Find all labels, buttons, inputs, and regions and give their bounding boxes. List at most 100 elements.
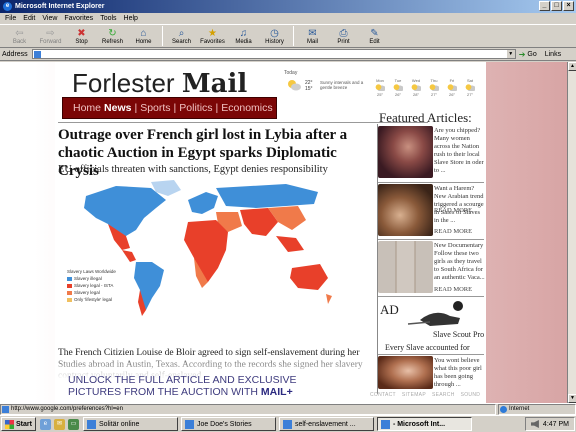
weather-low: 15° [305,86,313,92]
edit-button[interactable]: ✎ Edit [359,28,390,45]
menu-bar: File Edit View Favorites Tools Help [0,13,576,24]
stop-button[interactable]: ✖ Stop [66,28,97,45]
ad-label: AD [380,302,399,317]
desktop-quicklaunch-icon[interactable]: ▭ [67,418,79,430]
status-text: http://www.google.com/preferences?hl=en [0,404,496,415]
go-button[interactable]: ➔ Go [519,50,537,59]
forward-arrow-icon: ⇨ [46,27,55,39]
legend-swatch [67,283,72,288]
speaker-icon[interactable] [530,420,539,428]
taskbar-task-internet-explorer[interactable]: - Microsoft Int... [376,417,472,431]
footer-search-link[interactable]: SEARCH [432,392,455,398]
nav-economics[interactable]: Economics [221,102,272,114]
refresh-button[interactable]: ↻ Refresh [97,28,128,45]
ie-quicklaunch-icon[interactable]: e [39,418,51,430]
taskbar-task-solitaire[interactable]: Solitär online [82,417,178,431]
start-button[interactable]: Start [1,417,36,431]
refresh-icon: ↻ [108,27,117,39]
menu-favorites[interactable]: Favorites [64,15,93,22]
footer-sitemap-link[interactable]: SITEMAP [402,392,426,398]
toolbar-separator [162,26,163,46]
menu-tools[interactable]: Tools [100,15,116,22]
footer-sound-link[interactable]: SOUND [461,392,481,398]
featured-article-thumbnail[interactable] [378,126,433,178]
slave-scout-pro-ad-image[interactable] [400,298,470,328]
featured-article-blurb: New Documentary Follow these two girls a… [434,242,485,281]
site-nav: Home News | Sports | Politics | Economic… [62,97,277,119]
search-button[interactable]: ⌕ Search [166,28,197,45]
print-button[interactable]: ⎙ Print [328,28,359,45]
featured-articles-heading: Featured Articles: [379,110,472,125]
web-page: Forlester Mail Home News | Sports | Poli… [55,62,486,403]
minimize-button[interactable]: _ [539,1,550,11]
media-button[interactable]: ♫ Media [228,28,259,45]
close-button[interactable]: × [563,1,574,11]
favorites-button[interactable]: ★ Favorites [197,28,228,45]
home-icon: ⌂ [140,27,147,39]
nav-news[interactable]: News [104,102,131,114]
history-button[interactable]: ◷ History [259,28,290,45]
scroll-down-icon[interactable]: ▼ [568,394,576,403]
footer-contact-link[interactable]: CONTACT [370,392,396,398]
legend-swatch [67,276,72,281]
forecast-icon [375,84,385,91]
featured-article-thumbnail[interactable] [378,241,433,293]
ad-title[interactable]: Slave Scout Pro [433,330,484,339]
menu-view[interactable]: View [42,15,57,22]
featured-article-blurb: Are you chipped? Many women across the N… [434,127,484,174]
app-icon [86,419,96,429]
outlook-quicklaunch-icon[interactable]: ✉ [53,418,65,430]
site-logo[interactable]: Forlester Mail [72,68,247,99]
media-icon: ♫ [239,27,248,39]
forecast-day: Mon 25° [375,78,385,97]
maximize-button[interactable]: □ [551,1,562,11]
ad-subtitle: Every Slave accounted for [385,343,470,352]
taskbar-task-self-enslavement[interactable]: self-enslavement ... [278,417,374,431]
menu-help[interactable]: Help [124,15,138,22]
page-icon [2,406,9,413]
clock[interactable]: 4:47 PM [543,421,569,428]
read-more-link[interactable]: READ MORE [434,286,472,293]
menu-file[interactable]: File [5,15,16,22]
featured-article-blurb: You wont believe what this poor girl has… [434,357,482,388]
weather-temps: 22° 15° [305,80,313,92]
forecast-icon [393,84,403,91]
back-button[interactable]: ⇦ Back [4,28,35,45]
home-button[interactable]: ⌂ Home [128,28,159,45]
weather-today-label: Today [284,70,298,76]
forward-button[interactable]: ⇨ Forward [35,28,66,45]
article-subheadline: EU officials threaten with sanctions, Eg… [58,164,328,175]
windows-taskbar: Start e ✉ ▭ Solitär online Joe Doe's Sto… [0,415,576,432]
taskbar-task-stories[interactable]: Joe Doe's Stories [180,417,276,431]
links-button[interactable]: Links [545,51,561,58]
featured-article-thumbnail[interactable] [378,356,433,389]
window-titlebar[interactable]: e Microsoft Internet Explorer _ □ × [0,0,576,13]
scroll-up-icon[interactable]: ▲ [568,62,576,71]
toolbar-separator [293,26,294,46]
page-icon [33,51,41,58]
window-controls: _ □ × [539,1,574,11]
menu-edit[interactable]: Edit [23,15,35,22]
address-dropdown-icon[interactable]: ▼ [506,50,515,58]
nav-home[interactable]: Home [73,102,101,114]
legend-item: Slavery legal - ISTA [67,282,116,289]
nav-politics[interactable]: Politics [179,102,212,114]
forecast-day: Tue 26° [393,78,403,97]
nav-separator: | [173,102,177,114]
nav-sports[interactable]: Sports [140,102,170,114]
security-zone: Internet [498,404,576,415]
read-more-link[interactable]: READ MORE [434,228,472,235]
footer-links: CONTACT SITEMAP SEARCH SOUND [370,392,480,398]
forecast-icon [429,84,439,91]
address-input[interactable]: ▼ [31,49,516,59]
legend-item: Only 'lifestyle' legal [67,296,116,303]
search-icon: ⌕ [178,27,185,39]
featured-article-blurb: Want a Harem? New Arabian trend triggere… [434,185,484,224]
featured-article-thumbnail[interactable] [378,184,433,236]
sidebar-divider [378,354,484,355]
paywall-unlock-link[interactable]: UNLOCK THE FULL ARTICLE AND EXCLUSIVE PI… [68,374,297,398]
vertical-scrollbar[interactable]: ▲ ▼ [567,62,576,403]
go-arrow-icon: ➔ [518,49,526,59]
mail-button[interactable]: ✉ Mail [297,28,328,45]
weather-widget: Today 22° 15° Sunny intervals and a gent… [284,70,484,108]
